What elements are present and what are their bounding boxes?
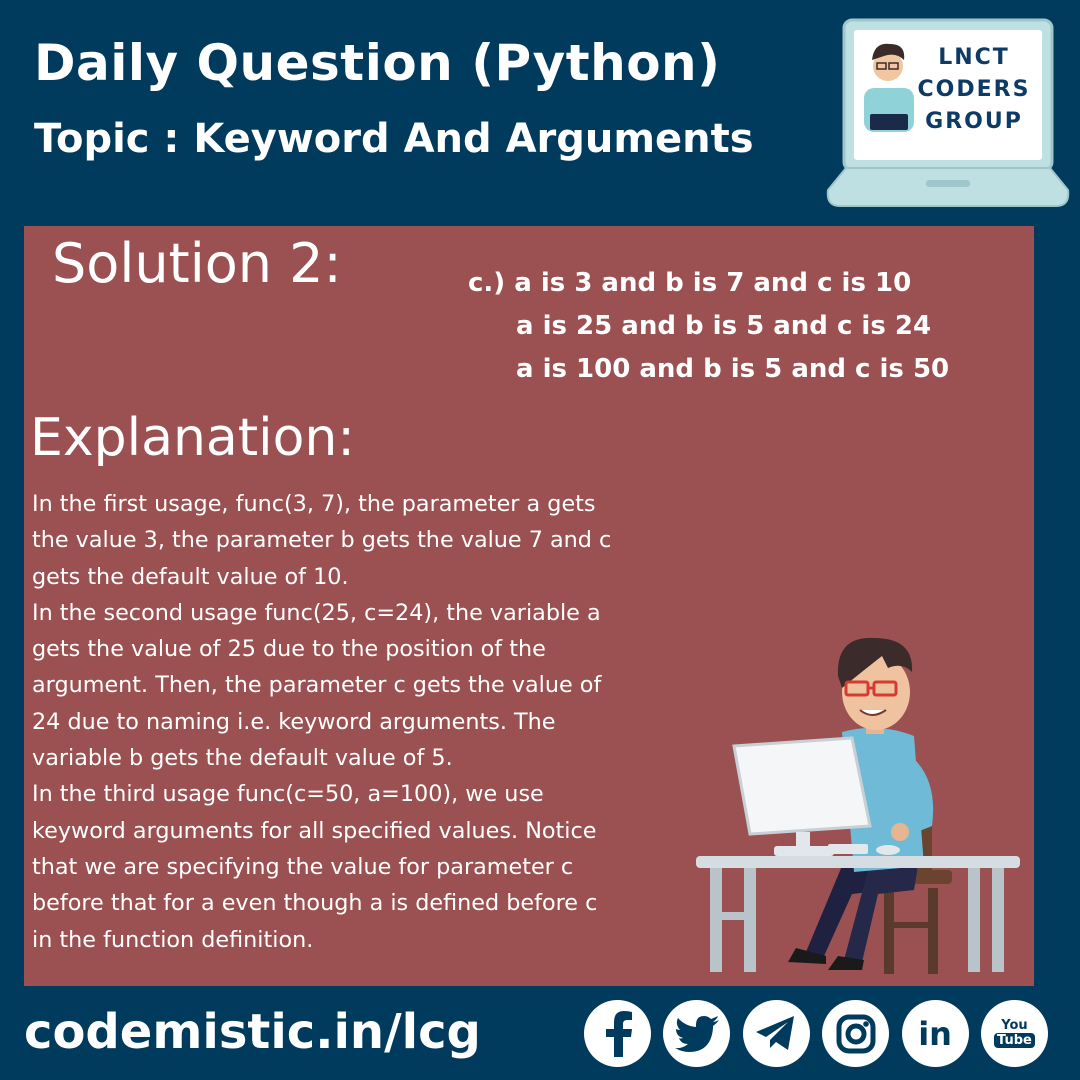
- explanation-line: keyword arguments for all specified valu…: [32, 817, 597, 844]
- explanation-line: in the function definition.: [32, 926, 314, 953]
- explanation-line: that we are specifying the value for par…: [32, 853, 574, 880]
- youtube-label-bottom: Tube: [994, 1033, 1035, 1048]
- page-title: Daily Question (Python): [34, 34, 721, 92]
- explanation-line: before that for a even though a is defin…: [32, 890, 598, 917]
- explanation-line: the value 3, the parameter b gets the va…: [32, 527, 612, 554]
- linkedin-icon[interactable]: in: [901, 1000, 969, 1067]
- explanation-line: In the first usage, func(3, 7), the para…: [32, 491, 596, 517]
- explanation-line: argument. Then, the parameter c gets the…: [32, 672, 602, 699]
- explanation-line: 24 due to naming i.e. keyword arguments.…: [32, 708, 556, 735]
- explanation-line: In the third usage func(c=50, a=100), we…: [32, 781, 544, 808]
- explanation-text: In the first usage, func(3, 7), the para…: [32, 486, 680, 958]
- lnct-coders-group-logo: LNCT CODERS GROUP: [826, 18, 1070, 207]
- twitter-icon[interactable]: [663, 1000, 731, 1067]
- instagram-icon[interactable]: [822, 1000, 890, 1067]
- social-links: in You Tube: [584, 1000, 1048, 1072]
- developer-illustration: [696, 637, 1020, 974]
- logo-line-2: CODERS: [918, 77, 1031, 102]
- logo-line-1: LNCT: [938, 45, 1010, 70]
- answer-line: a is 25 and b is 5 and c is 24: [516, 311, 932, 341]
- solution-panel: Solution 2: c.) a is 3 and b is 7 and c …: [24, 226, 1034, 986]
- explanation-title: Explanation:: [30, 408, 355, 468]
- solution-title: Solution 2:: [52, 232, 342, 295]
- answer-block: c.) a is 3 and b is 7 and c is 10 a is 2…: [468, 262, 949, 391]
- answer-line: c.) a is 3 and b is 7 and c is 10: [468, 268, 912, 298]
- logo-line-3: GROUP: [925, 109, 1023, 134]
- explanation-line: In the second usage func(25, c=24), the …: [32, 599, 601, 626]
- facebook-icon[interactable]: [584, 1000, 651, 1067]
- explanation-line: variable b gets the default value of 5.: [32, 745, 453, 772]
- youtube-label-top: You: [1001, 1018, 1028, 1033]
- explanation-line: gets the default value of 10.: [32, 563, 349, 590]
- answer-line: a is 100 and b is 5 and c is 50: [516, 354, 950, 384]
- youtube-icon[interactable]: You Tube: [980, 1000, 1048, 1067]
- explanation-line: gets the value of 25 due to the position…: [32, 636, 546, 663]
- telegram-icon[interactable]: [742, 1000, 810, 1067]
- linkedin-label: in: [918, 1014, 952, 1053]
- website-link[interactable]: codemistic.in/lcg: [24, 1004, 481, 1060]
- topic-subtitle: Topic : Keyword And Arguments: [34, 116, 754, 162]
